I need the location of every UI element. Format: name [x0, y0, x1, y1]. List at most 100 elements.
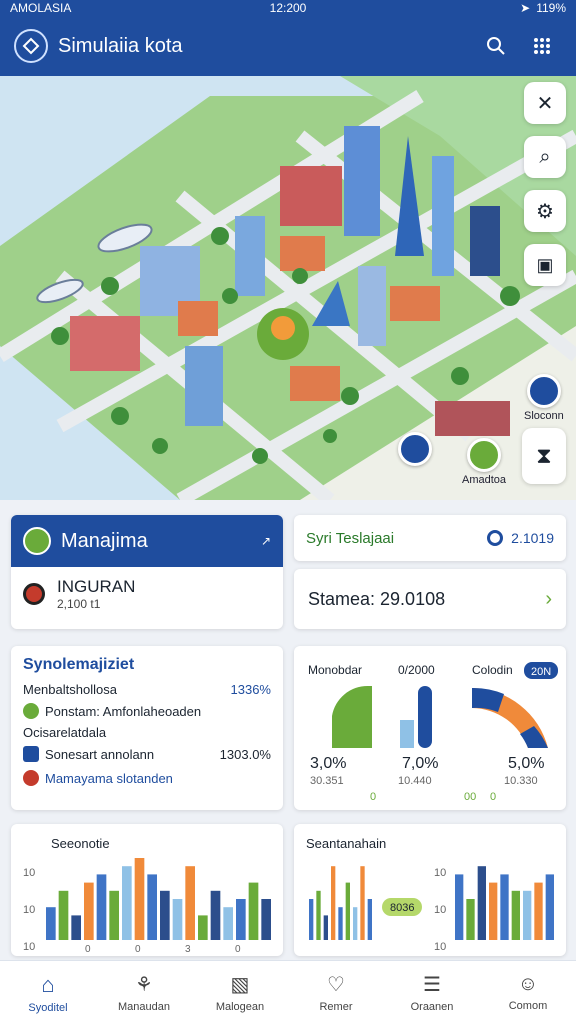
app-logo-icon	[14, 29, 48, 63]
gauge-value: 3,0%	[310, 755, 346, 772]
nav-list[interactable]: ☰ Oraanen	[384, 961, 480, 1024]
bar	[71, 915, 81, 940]
x-tick-label: 0	[235, 944, 241, 955]
bar	[353, 907, 358, 940]
nav-label: Remer	[319, 1001, 353, 1013]
tool-settings-button[interactable]: ⚙	[524, 190, 566, 232]
manage-card-title: Manajima	[61, 529, 148, 552]
hourglass-icon: ⧗	[536, 443, 552, 468]
nav-profile[interactable]: ☺ Comom	[480, 961, 576, 1024]
bottom-nav: ⌂ Syoditel ⚘ Manaudan ▧ Malogean ♡ Remer ☰ Or…	[0, 960, 576, 1024]
bar	[309, 899, 314, 940]
gauges-card: Monobdar 0/2000 Colodin 20N 3,0% 7,0% 5,…	[294, 646, 566, 810]
menu-grid-button[interactable]	[522, 26, 562, 66]
map-pin-district[interactable]	[398, 432, 432, 468]
y-tick-label: 10	[23, 867, 35, 879]
bar	[109, 890, 119, 940]
gauge-shape	[332, 685, 372, 748]
system-row: Menbaltshollosa 1336%	[23, 682, 271, 697]
bar	[122, 866, 132, 940]
bar-chart-card-2: Seantanahain 8036 10 10 10	[294, 824, 566, 956]
bar	[455, 874, 464, 940]
tool-cross-button[interactable]: ✕	[524, 82, 566, 124]
record-icon	[23, 583, 45, 605]
bar	[46, 907, 56, 940]
app-title: Simulaiia kota	[58, 34, 183, 57]
system-row: Ponstam: Amfonlaheoaden	[23, 703, 271, 719]
gauge-label: Colodin	[472, 663, 513, 677]
chevron-right-icon: ›	[545, 587, 552, 610]
system-link[interactable]: Mamayama slotanden	[23, 770, 271, 786]
gear-icon: ⚙	[536, 200, 554, 223]
chart-title: Seantanahain	[306, 836, 386, 851]
bar	[534, 882, 543, 940]
nav-favorites[interactable]: ♡ Remer	[288, 961, 384, 1024]
nav-dialog[interactable]: ▧ Malogean	[192, 961, 288, 1024]
system-row: Sonesart annolann 1303.0%	[23, 746, 271, 762]
bar	[172, 899, 183, 940]
search-button[interactable]	[476, 26, 516, 66]
bar	[198, 915, 208, 940]
bar	[545, 874, 554, 940]
chevron-icon: ↗	[260, 534, 271, 548]
gauge-label: Monobdar	[308, 663, 362, 677]
gauge-bottom: 00	[464, 791, 476, 803]
manage-item[interactable]: INGURAN 2,100 t1	[11, 567, 283, 621]
row-label: Sonesart annolann	[45, 746, 155, 762]
park-icon	[467, 438, 502, 472]
tool-layers-button[interactable]: ▣	[524, 244, 566, 286]
list-icon: ☰	[423, 974, 441, 996]
location-icon: ➤	[520, 1, 531, 15]
map-pin-park[interactable]: Amadtoa	[462, 438, 506, 486]
bar-chart-card-1: Seeonotie 10101000303	[11, 824, 283, 956]
city-map[interactable]: Sloconn Amadtoa	[0, 76, 576, 500]
link-label: Mamayama slotanden	[45, 770, 173, 786]
manage-item-sub: 2,100 t1	[57, 597, 101, 611]
bar	[223, 907, 233, 940]
nav-label: Manaudan	[118, 1001, 170, 1013]
pin-label: Sloconn	[524, 410, 564, 422]
user-icon: ☺	[517, 973, 539, 995]
bar	[367, 899, 372, 940]
bar	[160, 890, 170, 940]
x-tick-label: 0	[85, 944, 91, 955]
chart-badge: 8036	[390, 902, 414, 914]
status-bar: AMOLASIA 12:200 ➤ 119%	[0, 0, 576, 16]
bar	[323, 915, 328, 940]
manage-card-header: Manajima ↗	[11, 515, 283, 567]
manage-card[interactable]: Manajima ↗ INGURAN 2,100 t1	[11, 515, 283, 629]
search-icon	[487, 37, 505, 55]
target-icon	[487, 530, 504, 546]
tool-search-button[interactable]: ⌕	[524, 136, 566, 178]
gauge-sub: 10.330	[504, 775, 538, 787]
district-icon	[398, 432, 432, 466]
nav-label: Comom	[508, 1000, 548, 1012]
home-icon: ⌂	[41, 971, 55, 997]
bar	[147, 874, 157, 940]
stats-card[interactable]: Stamea: 29.0108 ›	[294, 569, 566, 629]
bar	[261, 899, 271, 940]
map-pin-station[interactable]: Sloconn	[524, 374, 564, 422]
row-label: Ocisarelatdala	[23, 725, 107, 740]
heart-icon: ♡	[327, 974, 345, 996]
pin-label: Amadtoa	[462, 474, 507, 486]
gauge-sub: 30.351	[310, 775, 344, 787]
gauges-svg: Monobdar 0/2000 Colodin 20N 3,0% 7,0% 5,…	[308, 662, 558, 803]
leaf-icon	[23, 703, 39, 719]
alert-icon	[23, 770, 39, 786]
x-tick-label: 0	[135, 944, 141, 955]
row-value: 1303.0%	[219, 746, 271, 762]
zoom-icon: ⌕	[539, 145, 551, 168]
app-bar: Simulaiia kota	[0, 16, 576, 76]
gauge-sub: 10.440	[398, 775, 432, 787]
nav-manage[interactable]: ⚘ Manaudan	[96, 961, 192, 1024]
carrier-label: AMOLASIA	[10, 1, 72, 15]
bar-chart-2: Seantanahain 8036 10 10 10	[306, 836, 554, 953]
nav-home[interactable]: ⌂ Syoditel	[0, 961, 96, 1024]
stats-header-card[interactable]: Syri Teslajaai 2.1019	[294, 515, 566, 561]
system-card: Synolemajiziet Menbaltshollosa 1336% Pon…	[11, 646, 283, 810]
tool-timer-button[interactable]: ⧗	[522, 428, 566, 484]
bar	[345, 882, 350, 940]
bar	[185, 866, 195, 940]
gauge-bar	[400, 720, 414, 748]
